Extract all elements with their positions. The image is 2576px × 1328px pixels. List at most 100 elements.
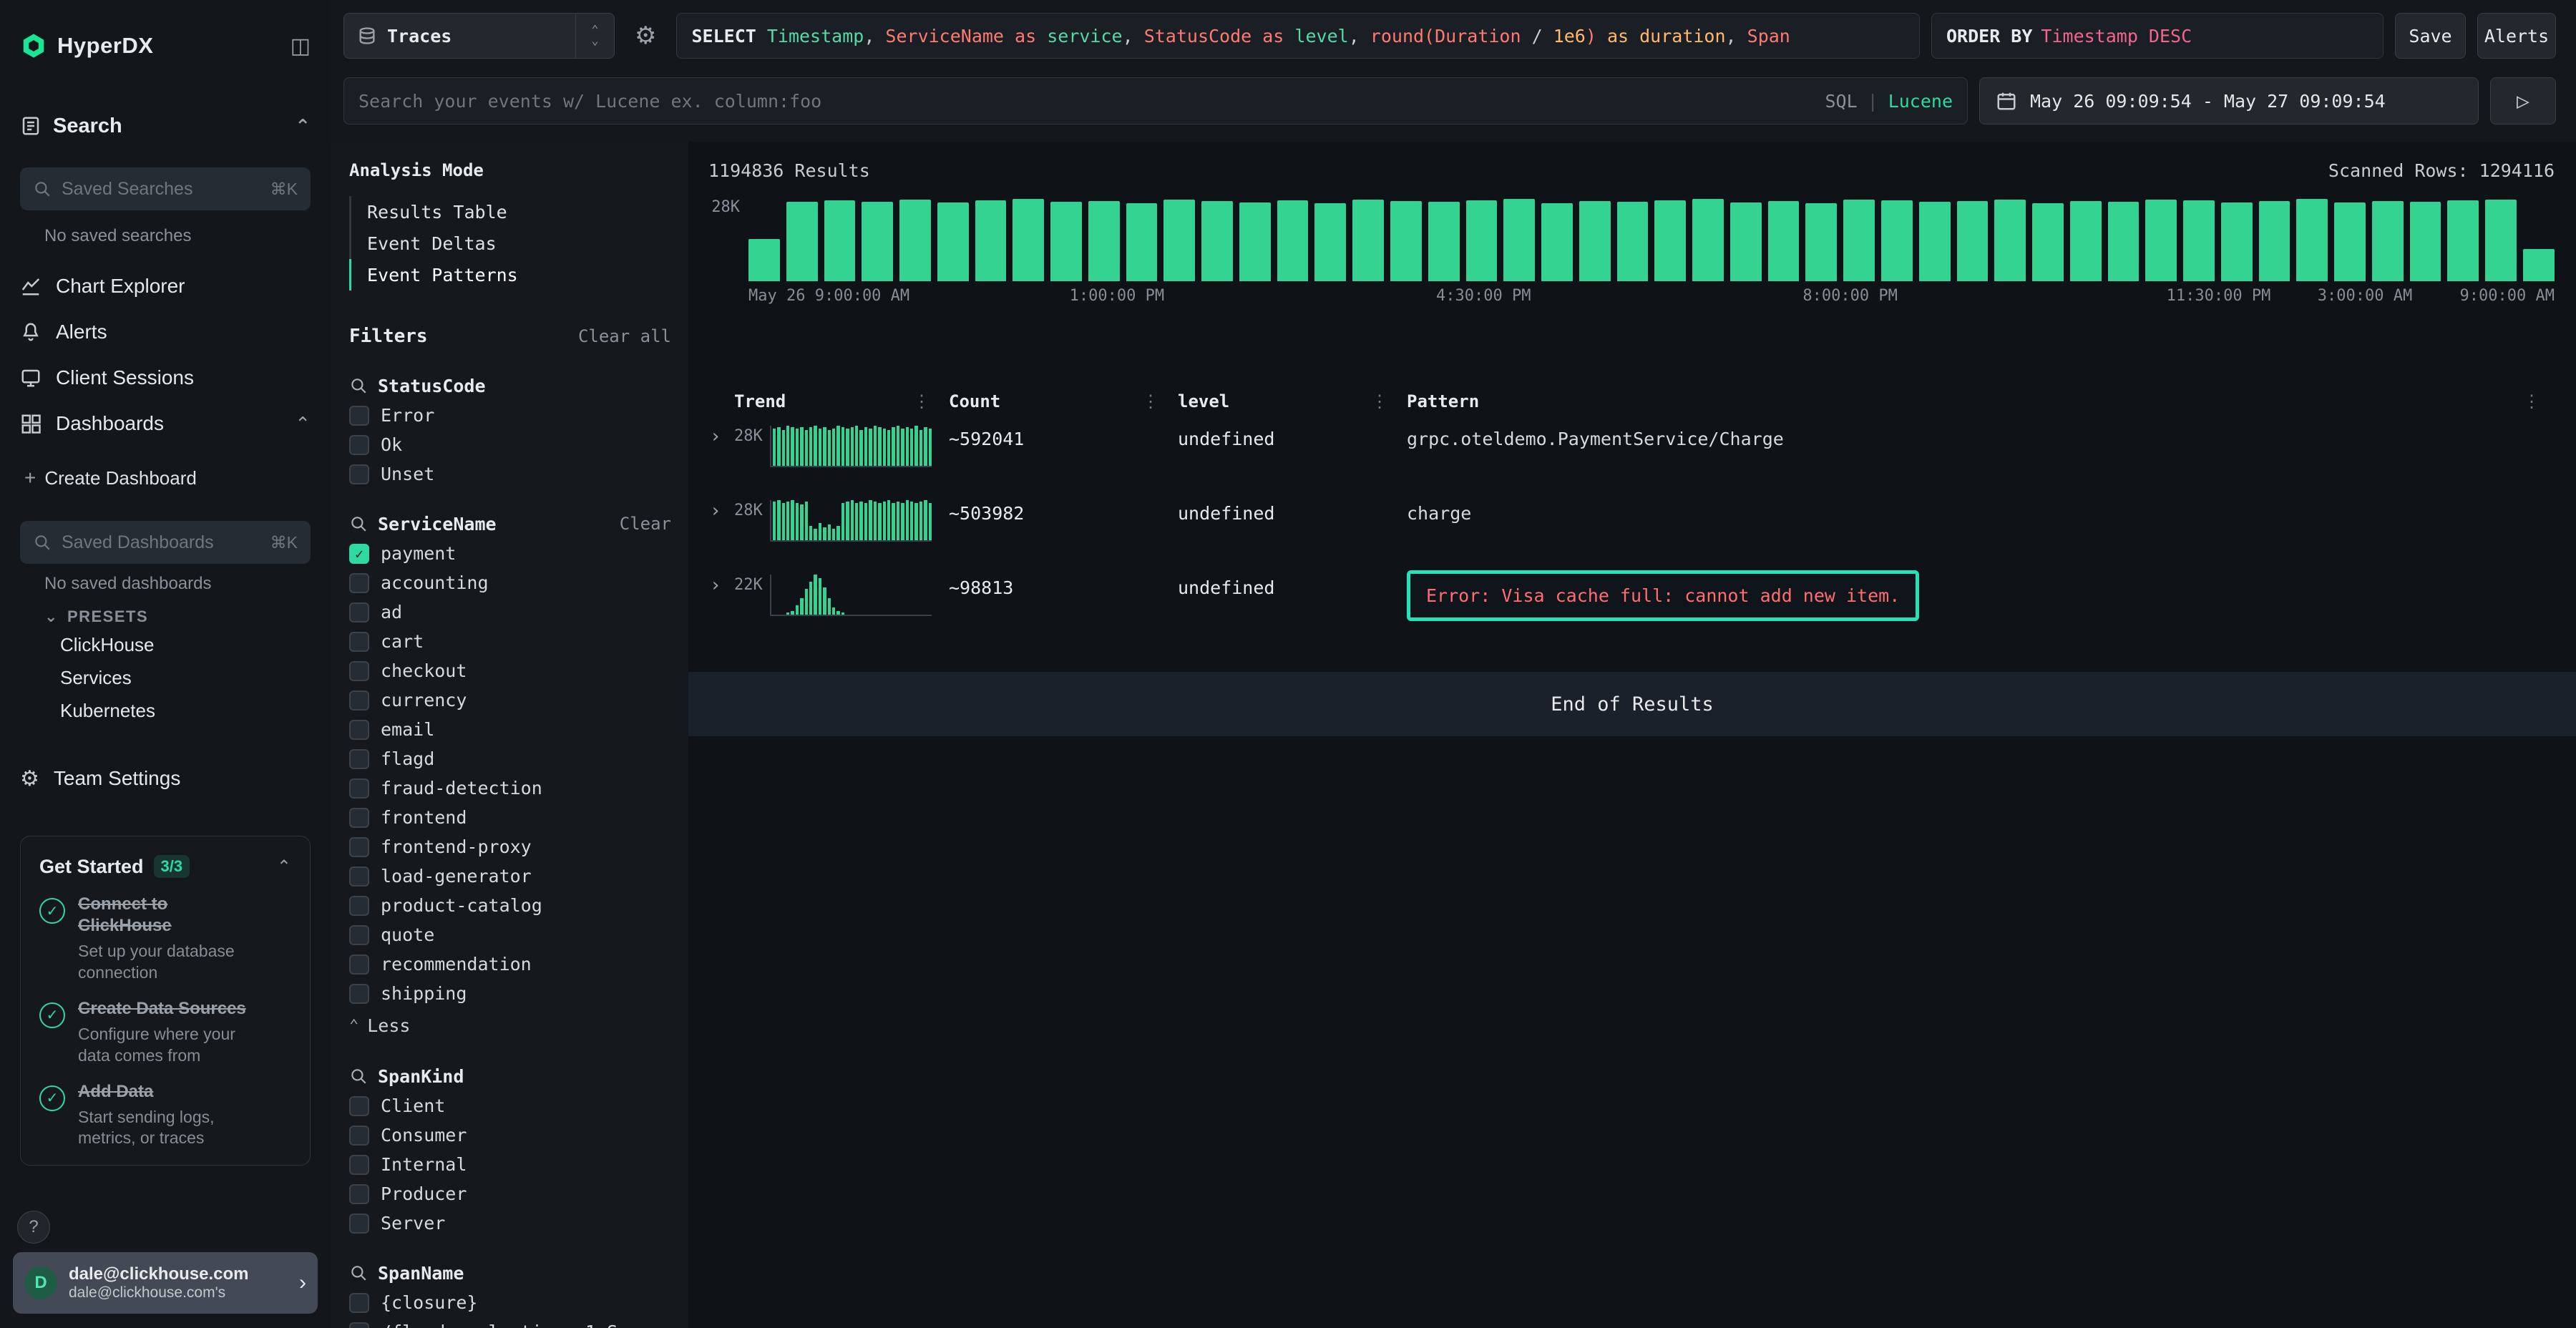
histogram-bar[interactable]: [1957, 201, 1989, 281]
histogram-bar[interactable]: [2070, 201, 2102, 281]
filter-option-Server[interactable]: Server: [349, 1209, 671, 1238]
filter-option-recommendation[interactable]: recommendation: [349, 949, 671, 979]
checkbox[interactable]: [349, 837, 369, 857]
chevron-up-icon[interactable]: ⌃: [277, 856, 291, 877]
create-dashboard-button[interactable]: + Create Dashboard: [24, 461, 311, 495]
histogram-bar[interactable]: [937, 202, 969, 281]
histogram-bar[interactable]: [1088, 201, 1120, 281]
histogram-bar[interactable]: [1503, 199, 1535, 281]
histogram-bar[interactable]: [1843, 200, 1875, 281]
get-started-header[interactable]: Get Started 3/3 ⌃: [39, 854, 291, 879]
pattern-row[interactable]: ›22K~98813undefinedError: Visa cache ful…: [708, 566, 2555, 640]
sidebar-collapse-icon[interactable]: ◫: [291, 34, 311, 59]
histogram-bar[interactable]: [824, 200, 856, 282]
histogram-bar[interactable]: [1466, 200, 1498, 281]
checkbox[interactable]: [349, 1184, 369, 1204]
filter-option-load-generator[interactable]: load-generator: [349, 861, 671, 891]
tab-results-table[interactable]: Results Table: [349, 196, 671, 228]
filter-option-flagd[interactable]: flagd: [349, 744, 671, 773]
sidebar-item-team-settings[interactable]: ⚙ Team Settings: [20, 756, 311, 801]
filter-option-Ok[interactable]: Ok: [349, 430, 671, 459]
histogram-bar[interactable]: [1013, 199, 1044, 281]
order-by-editor[interactable]: ORDER BY Timestamp DESC: [1931, 13, 2384, 59]
checkbox[interactable]: [349, 661, 369, 681]
histogram-bar[interactable]: [2183, 200, 2215, 281]
filter-option-frontend-proxy[interactable]: frontend-proxy: [349, 832, 671, 861]
histogram-bar[interactable]: [1617, 202, 1649, 281]
histogram-bar[interactable]: [1805, 203, 1837, 281]
histogram-bar[interactable]: [1994, 200, 2026, 281]
pattern-row[interactable]: ›28K~503982undefinedcharge: [708, 492, 2555, 566]
checkbox[interactable]: [349, 925, 369, 945]
histogram-bar[interactable]: [1126, 203, 1158, 281]
language-toggle-lucene[interactable]: Lucene: [1888, 91, 1953, 112]
save-button[interactable]: Save: [2395, 13, 2466, 59]
clear-all-filters-button[interactable]: Clear all: [578, 326, 671, 346]
run-query-button[interactable]: ▷: [2490, 77, 2556, 125]
filter-option-Error[interactable]: Error: [349, 401, 671, 430]
checkbox[interactable]: [349, 1214, 369, 1234]
checkbox[interactable]: [349, 778, 369, 799]
filter-option-product-catalog[interactable]: product-catalog: [349, 891, 671, 920]
checkbox[interactable]: [349, 896, 369, 916]
histogram-bar[interactable]: [748, 239, 780, 281]
checkbox[interactable]: [349, 690, 369, 711]
checkbox[interactable]: [349, 602, 369, 622]
th-count[interactable]: Count ⋮: [949, 391, 1178, 411]
filter-clear-button[interactable]: Clear: [620, 514, 671, 534]
histogram-bar[interactable]: [2259, 201, 2290, 281]
histogram-bar[interactable]: [2372, 201, 2404, 281]
filter-option-currency[interactable]: currency: [349, 685, 671, 715]
histogram-bar[interactable]: [1201, 201, 1233, 281]
event-search-input[interactable]: Search your events w/ Lucene ex. column:…: [343, 77, 1968, 125]
histogram-bar[interactable]: [1881, 200, 1913, 281]
pattern-row[interactable]: ›28K~592041undefinedgrpc.oteldemo.Paymen…: [708, 417, 2555, 492]
source-select[interactable]: Traces ⌃⌄: [343, 13, 615, 59]
preset-kubernetes[interactable]: Kubernetes: [60, 694, 311, 727]
histogram-bar[interactable]: [1768, 201, 1800, 281]
th-pattern[interactable]: Pattern: [1407, 391, 2523, 411]
histogram-bar[interactable]: [1050, 202, 1082, 281]
checkbox[interactable]: [349, 866, 369, 887]
get-started-item[interactable]: ✓ Connect to ClickHouse Set up your data…: [39, 894, 291, 984]
filter-option-Internal[interactable]: Internal: [349, 1150, 671, 1179]
filter-option-payment[interactable]: ✓payment: [349, 539, 671, 568]
th-level[interactable]: level ⋮: [1178, 391, 1407, 411]
expand-row-icon[interactable]: ›: [708, 500, 734, 522]
help-button[interactable]: ?: [17, 1211, 50, 1244]
saved-dashboards-input[interactable]: Saved Dashboards ⌘K: [20, 521, 311, 564]
language-toggle-sql[interactable]: SQL: [1825, 91, 1857, 112]
preset-services[interactable]: Services: [60, 661, 311, 694]
histogram-bar[interactable]: [1654, 200, 1686, 282]
sql-select-editor[interactable]: SELECT Timestamp, ServiceName as service…: [676, 13, 1920, 59]
filter-option-email[interactable]: email: [349, 715, 671, 744]
histogram-bar[interactable]: [1692, 199, 1724, 281]
filter-option-shipping[interactable]: shipping: [349, 979, 671, 1008]
filter-option-accounting[interactable]: accounting: [349, 568, 671, 597]
checkbox[interactable]: [349, 406, 369, 426]
presets-toggle[interactable]: ⌄ PRESETS: [44, 605, 311, 628]
checkbox[interactable]: [349, 435, 369, 455]
saved-searches-input[interactable]: Saved Searches ⌘K: [20, 167, 311, 210]
expand-row-icon[interactable]: ›: [708, 426, 734, 447]
histogram-bar[interactable]: [2334, 202, 2366, 281]
histogram-bar[interactable]: [786, 202, 818, 281]
checkbox[interactable]: [349, 984, 369, 1004]
tab-event-deltas[interactable]: Event Deltas: [349, 228, 671, 259]
filter-option-checkout[interactable]: checkout: [349, 656, 671, 685]
checkbox[interactable]: [349, 1096, 369, 1116]
filter-option-{closure}[interactable]: {closure}: [349, 1288, 671, 1317]
filter-option-ad[interactable]: ad: [349, 597, 671, 627]
histogram-bar[interactable]: [2523, 249, 2555, 281]
histogram-bar[interactable]: [1390, 201, 1422, 281]
filter-option-Producer[interactable]: Producer: [349, 1179, 671, 1209]
filter-option-/flagd.evaluation.v1.Se…[interactable]: /flagd.evaluation.v1.Se…: [349, 1317, 671, 1328]
preset-clickhouse[interactable]: ClickHouse: [60, 628, 311, 661]
histogram-bar[interactable]: [1579, 201, 1611, 281]
histogram-bar[interactable]: [975, 200, 1007, 281]
table-menu-icon[interactable]: ⋮: [2523, 391, 2559, 411]
source-settings-gear-icon[interactable]: ⚙: [635, 21, 656, 50]
get-started-item[interactable]: ✓ Create Data Sources Configure where yo…: [39, 998, 291, 1067]
checkbox[interactable]: [349, 954, 369, 975]
date-range-picker[interactable]: May 26 09:09:54 - May 27 09:09:54: [1979, 77, 2479, 125]
